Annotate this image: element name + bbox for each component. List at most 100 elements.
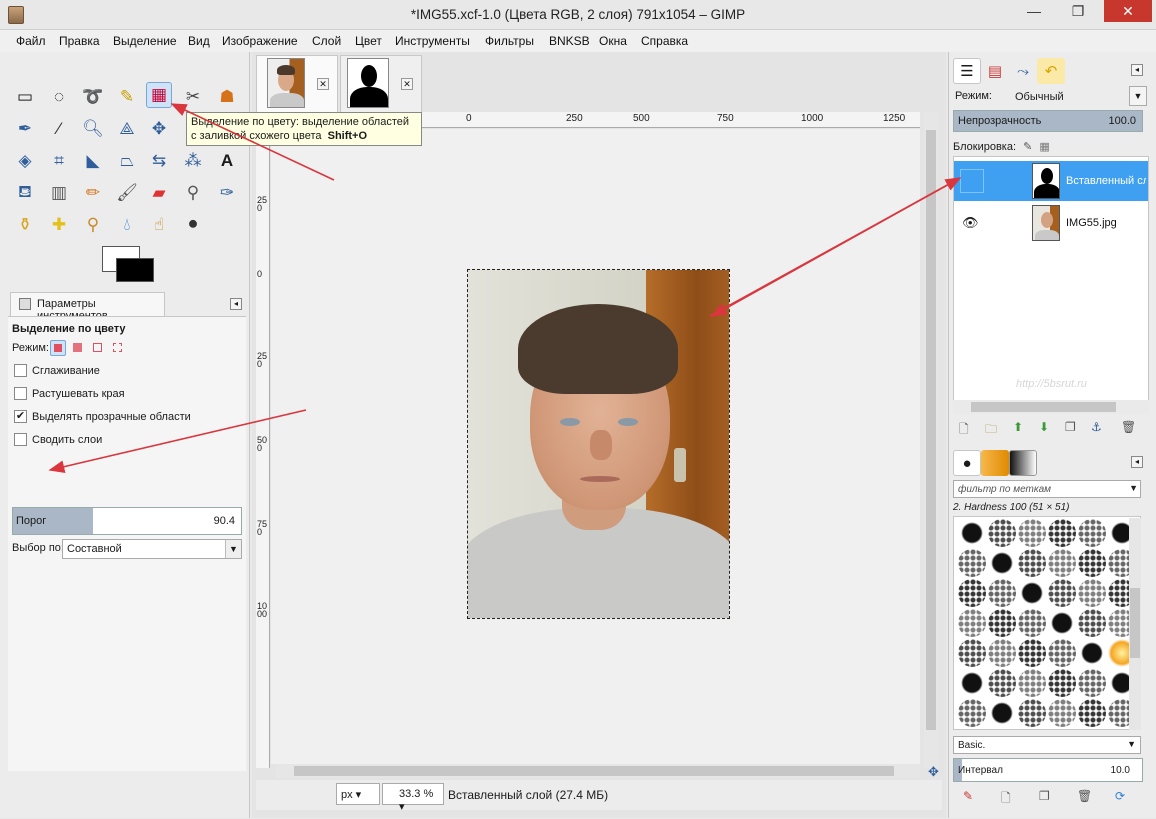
dodge-burn-icon[interactable]: ⚫ bbox=[180, 212, 206, 238]
select-transparent-check-box[interactable]: ✔ bbox=[14, 410, 27, 423]
menu-image[interactable]: Изображение bbox=[222, 34, 298, 48]
fuzzy-select-icon[interactable]: ✎ bbox=[114, 84, 140, 110]
patterns-tab-icon[interactable] bbox=[981, 450, 1009, 476]
scale-icon[interactable]: ⏢ bbox=[114, 148, 140, 174]
select-by-color-icon[interactable]: ▦ bbox=[146, 82, 172, 108]
eraser-icon[interactable]: ▰ bbox=[146, 180, 172, 206]
brush-swatch[interactable] bbox=[1048, 519, 1076, 547]
layer-mode-select[interactable]: Обычный ▼ bbox=[1011, 86, 1147, 106]
pencil-icon[interactable]: ✏ bbox=[80, 180, 106, 206]
blur-icon[interactable]: 💧︎ bbox=[114, 212, 140, 238]
opacity-slider[interactable]: Непрозрачность 100.0 bbox=[953, 110, 1143, 132]
zoom-select[interactable]: 33.3 % ▾ bbox=[382, 783, 444, 813]
anchor-layer-icon[interactable]: ⚓ bbox=[1091, 420, 1102, 434]
crop-icon[interactable]: ⌗ bbox=[46, 148, 72, 174]
brush-swatch[interactable] bbox=[1078, 519, 1106, 547]
brush-swatch[interactable] bbox=[988, 579, 1016, 607]
tab-tool-options[interactable]: Параметры инструментов bbox=[10, 292, 165, 322]
brush-swatch[interactable] bbox=[958, 519, 986, 547]
brush-swatch[interactable] bbox=[1018, 549, 1046, 577]
brush-swatch[interactable] bbox=[1018, 519, 1046, 547]
brush-swatch[interactable] bbox=[1018, 639, 1046, 667]
raise-layer-icon[interactable]: ⬆ bbox=[1013, 420, 1023, 434]
clone-icon[interactable]: ⚱ bbox=[12, 212, 38, 238]
paths-icon[interactable]: ✒ bbox=[12, 116, 38, 142]
spacing-slider[interactable]: Интервал 10.0 bbox=[953, 758, 1143, 782]
ink-icon[interactable]: ✑ bbox=[214, 180, 240, 206]
navigate-icon[interactable]: ✥ bbox=[928, 764, 939, 780]
brush-swatch[interactable] bbox=[988, 519, 1016, 547]
lock-pixels-icon[interactable]: ✎ bbox=[1023, 141, 1032, 153]
color-picker-icon[interactable]: ⁄ bbox=[46, 116, 72, 142]
text-tool-icon[interactable]: A bbox=[214, 148, 240, 174]
brush-swatch[interactable] bbox=[988, 549, 1016, 577]
paintbrush-icon[interactable]: 🖌︎ bbox=[114, 180, 140, 206]
bucket-fill-icon[interactable]: ⛾ bbox=[12, 180, 38, 206]
airbrush-icon[interactable]: ⚲ bbox=[180, 180, 206, 206]
refresh-brushes-icon[interactable]: ⟳ bbox=[1115, 789, 1125, 803]
brush-swatch[interactable] bbox=[958, 639, 986, 667]
menu-colors[interactable]: Цвет bbox=[355, 34, 382, 48]
lock-alpha-icon[interactable]: ▦ bbox=[1039, 141, 1049, 153]
brush-swatch[interactable] bbox=[1078, 669, 1106, 697]
brush-swatch[interactable] bbox=[1048, 639, 1076, 667]
layer-visibility-toggle[interactable] bbox=[960, 169, 984, 193]
measure-icon[interactable]: ⟁ bbox=[114, 116, 140, 142]
menu-edit[interactable]: Правка bbox=[59, 34, 100, 48]
menu-select[interactable]: Выделение bbox=[113, 34, 177, 48]
brush-swatch[interactable] bbox=[958, 669, 986, 697]
portrait-photo[interactable] bbox=[467, 269, 730, 619]
menu-help[interactable]: Справка bbox=[641, 34, 688, 48]
layer-row[interactable]: 👁︎ IMG55.jpg bbox=[954, 203, 1148, 243]
brushes-tab-icon[interactable]: ● bbox=[953, 450, 981, 476]
brush-swatch[interactable] bbox=[958, 609, 986, 637]
layer-name[interactable]: IMG55.jpg bbox=[1066, 217, 1146, 229]
layer-row[interactable]: Вставленный слой bbox=[954, 161, 1148, 201]
mode-add-icon[interactable] bbox=[70, 340, 86, 356]
layers-tab-icon[interactable]: ☰ bbox=[953, 58, 981, 84]
brush-swatch[interactable] bbox=[958, 699, 986, 727]
brush-swatch[interactable] bbox=[988, 699, 1016, 727]
menu-bnksb[interactable]: BNKSB bbox=[549, 34, 590, 48]
paths-tab-icon[interactable]: ⤳ bbox=[1009, 58, 1037, 84]
brush-swatch[interactable] bbox=[958, 549, 986, 577]
heal-icon[interactable]: ✚ bbox=[46, 212, 72, 238]
foreground-color-swatch[interactable] bbox=[116, 258, 154, 282]
cage-transform-icon[interactable]: ⁂ bbox=[180, 148, 206, 174]
menu-windows[interactable]: Окна bbox=[599, 34, 627, 48]
menu-layer[interactable]: Слой bbox=[312, 34, 341, 48]
color-swatches[interactable] bbox=[100, 244, 156, 286]
brush-swatch[interactable] bbox=[1018, 669, 1046, 697]
new-brush-icon[interactable]: 🗋︎ bbox=[1001, 789, 1011, 810]
flip-icon[interactable]: ⇆ bbox=[146, 148, 172, 174]
duplicate-layer-icon[interactable]: ❐ bbox=[1065, 420, 1076, 434]
threshold-slider[interactable]: Порог 90.4 bbox=[12, 507, 242, 535]
scissors-select-icon[interactable]: ✂ bbox=[180, 84, 206, 110]
brush-swatch[interactable] bbox=[1018, 579, 1046, 607]
delete-layer-icon[interactable]: 🗑︎ bbox=[1121, 420, 1136, 434]
menu-view[interactable]: Вид bbox=[188, 34, 210, 48]
tool-options-menu-icon[interactable]: ◂ bbox=[230, 298, 242, 310]
menu-tools[interactable]: Инструменты bbox=[395, 34, 470, 48]
new-layer-icon[interactable]: 🗋︎ bbox=[959, 420, 969, 441]
ellipse-select-icon[interactable]: ◌ bbox=[46, 84, 72, 110]
smudge-icon[interactable]: ☝ bbox=[146, 212, 172, 238]
select-transparent-checkbox[interactable]: ✔ Выделять прозрачные области bbox=[12, 409, 191, 427]
brush-swatch[interactable] bbox=[1078, 639, 1106, 667]
edit-brush-icon[interactable]: ✎ bbox=[963, 789, 973, 803]
rect-select-icon[interactable]: ▭ bbox=[12, 84, 38, 110]
feather-check-box[interactable] bbox=[14, 387, 27, 400]
feather-checkbox[interactable]: Растушевать края bbox=[12, 386, 125, 404]
brush-swatch[interactable] bbox=[958, 579, 986, 607]
horizontal-scrollbar[interactable] bbox=[276, 764, 920, 778]
brush-swatch[interactable] bbox=[1048, 549, 1076, 577]
brush-preset-select[interactable]: Basic. ▼ bbox=[953, 736, 1141, 754]
free-select-icon[interactable]: ➰ bbox=[80, 84, 106, 110]
delete-brush-icon[interactable]: 🗑︎ bbox=[1077, 789, 1092, 803]
vertical-scrollbar[interactable] bbox=[924, 112, 938, 768]
brush-swatch[interactable] bbox=[1048, 609, 1076, 637]
mode-intersect-icon[interactable] bbox=[110, 340, 126, 356]
lower-layer-icon[interactable]: ⬇ bbox=[1039, 420, 1049, 434]
eye-icon[interactable]: 👁︎ bbox=[962, 215, 979, 231]
brush-swatch[interactable] bbox=[988, 669, 1016, 697]
